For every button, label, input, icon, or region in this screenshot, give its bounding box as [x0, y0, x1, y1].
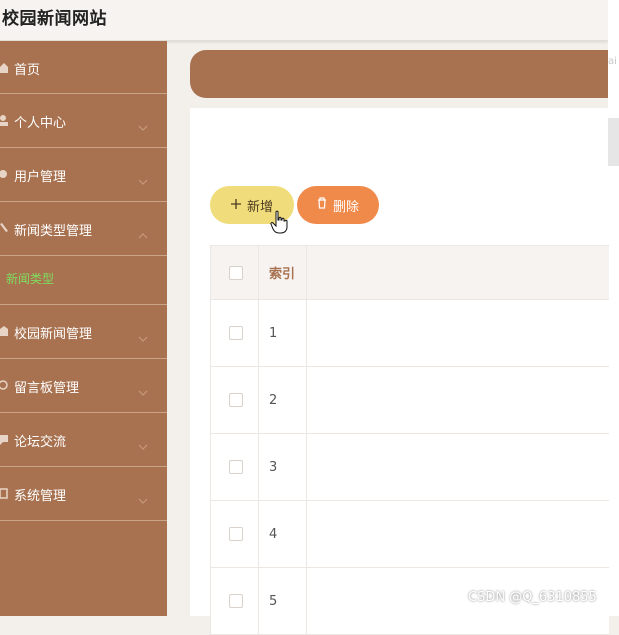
- row-index: 5: [259, 568, 307, 634]
- sidebar-item-forum[interactable]: 论坛交流: [0, 413, 167, 467]
- row-checkbox[interactable]: [229, 594, 243, 608]
- settings-icon: [0, 487, 8, 499]
- row-index: 1: [259, 300, 307, 366]
- sidebar-item-campus-news[interactable]: 校园新闻管理: [0, 305, 167, 359]
- edit-icon: [0, 222, 8, 234]
- sidebar-subitem-label: 新闻类型: [6, 272, 55, 286]
- sidebar-item-home[interactable]: 首页: [0, 41, 167, 94]
- clipped-text: ai: [608, 56, 617, 67]
- row-checkbox[interactable]: [229, 393, 243, 407]
- news-icon: [0, 325, 8, 337]
- scrollbar[interactable]: [608, 118, 619, 166]
- right-strip: ai: [608, 0, 619, 616]
- sidebar-item-message-board[interactable]: 留言板管理: [0, 359, 167, 413]
- row-index: 3: [259, 434, 307, 500]
- users-icon: [0, 168, 8, 180]
- table-row: 1: [211, 300, 609, 367]
- header-check-cell: [211, 246, 259, 299]
- row-check-cell: [211, 434, 259, 500]
- select-all-checkbox[interactable]: [229, 265, 243, 280]
- sidebar-item-label: 首页: [14, 63, 41, 78]
- sidebar-item-label: 留言板管理: [14, 381, 80, 396]
- sidebar-item-system[interactable]: 系统管理: [0, 467, 167, 521]
- forum-icon: [0, 433, 8, 445]
- chevron-up-icon: [138, 224, 148, 243]
- sidebar-item-label: 校园新闻管理: [14, 327, 93, 342]
- chevron-down-icon: [138, 170, 148, 189]
- sidebar-item-profile[interactable]: 个人中心: [0, 94, 167, 148]
- home-icon: [0, 61, 8, 73]
- row-check-cell: [211, 568, 259, 634]
- sidebar-item-label: 新闻类型管理: [14, 224, 93, 239]
- sidebar-subitem-news-type[interactable]: 新闻类型: [0, 256, 167, 305]
- table-row: 4: [211, 501, 609, 568]
- watermark: CSDN @Q_6310855: [468, 590, 597, 605]
- sidebar-item-users[interactable]: 用户管理: [0, 148, 167, 202]
- trash-icon: [317, 197, 327, 213]
- chevron-down-icon: [138, 435, 148, 454]
- chevron-down-icon: [138, 116, 148, 135]
- top-bar: 校园新闻网站: [0, 0, 608, 41]
- sidebar: 首页 个人中心 用户管理 新闻类型管理 新闻类型 校园新闻管理 留言板管理 论坛…: [0, 41, 167, 616]
- sidebar-item-label: 个人中心: [14, 116, 67, 131]
- message-icon: [0, 379, 8, 391]
- row-check-cell: [211, 501, 259, 567]
- delete-button[interactable]: 删除: [297, 186, 379, 224]
- data-table: 索引 1 2 3 4 5: [210, 245, 609, 635]
- app-title: 校园新闻网站: [2, 9, 107, 29]
- row-index: 4: [259, 501, 307, 567]
- table-row: 2: [211, 367, 609, 434]
- hand-cursor-icon: [270, 210, 288, 238]
- row-index: 2: [259, 367, 307, 433]
- chevron-down-icon: [138, 489, 148, 508]
- breadcrumb-banner: [190, 50, 608, 98]
- row-checkbox[interactable]: [229, 326, 243, 340]
- sidebar-item-label: 用户管理: [14, 170, 67, 185]
- sidebar-item-label: 论坛交流: [14, 435, 67, 450]
- table-row: 3: [211, 434, 609, 501]
- header-index: 索引: [259, 246, 307, 299]
- user-icon: [0, 114, 8, 126]
- sidebar-item-news-type[interactable]: 新闻类型管理: [0, 202, 167, 256]
- sidebar-item-label: 系统管理: [14, 489, 67, 504]
- plus-icon: [230, 198, 241, 213]
- row-check-cell: [211, 367, 259, 433]
- row-checkbox[interactable]: [229, 460, 243, 474]
- row-check-cell: [211, 300, 259, 366]
- delete-button-label: 删除: [332, 199, 359, 215]
- chevron-down-icon: [138, 327, 148, 346]
- table-header: 索引: [211, 246, 609, 300]
- chevron-down-icon: [138, 381, 148, 400]
- row-checkbox[interactable]: [229, 527, 243, 541]
